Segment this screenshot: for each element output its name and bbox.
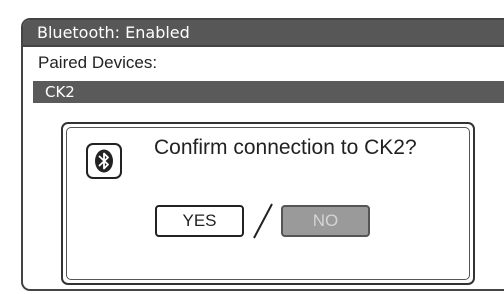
no-button[interactable]: NO — [281, 205, 370, 237]
device-row-ck2[interactable]: CK2 — [33, 81, 504, 103]
title-bar: Bluetooth: Enabled — [23, 20, 504, 47]
confirm-connection-dialog: Confirm connection to CK2? YES NO — [61, 122, 475, 285]
bluetooth-window: Bluetooth: Enabled Paired Devices: CK2 C… — [21, 18, 504, 291]
slash-separator — [253, 203, 273, 239]
bluetooth-icon — [86, 143, 122, 179]
yes-button[interactable]: YES — [155, 205, 244, 237]
paired-devices-header: Paired Devices: — [38, 53, 158, 72]
dialog-message: Confirm connection to CK2? — [154, 136, 417, 159]
